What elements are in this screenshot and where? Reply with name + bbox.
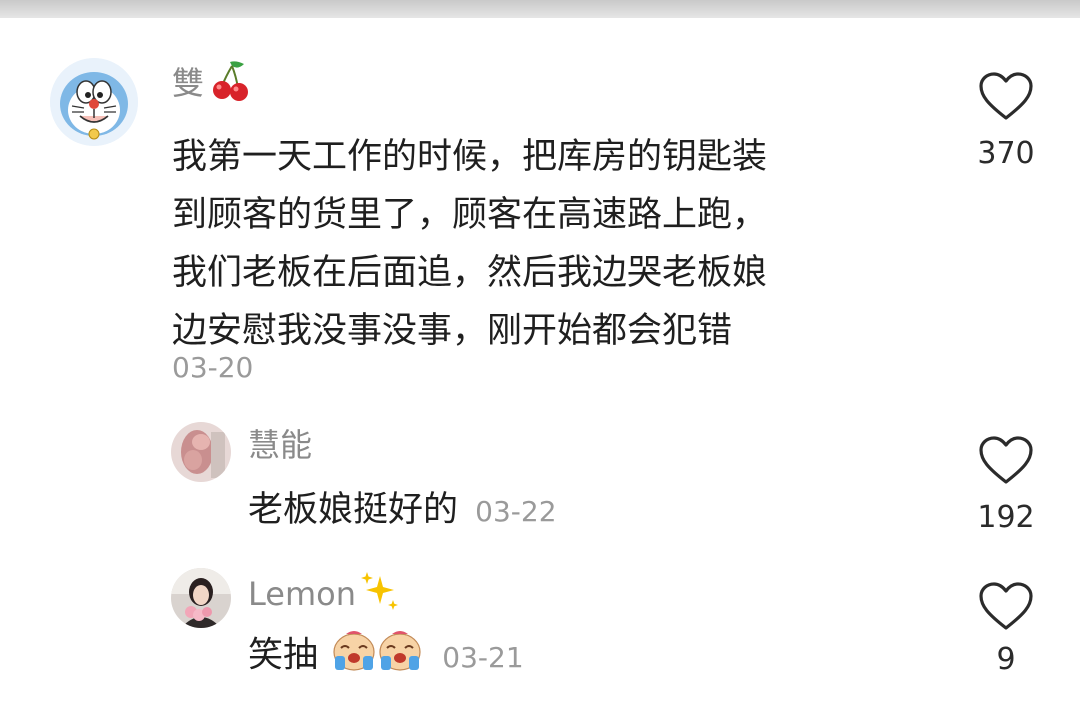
comment-text-line: 边安慰我没事没事，刚开始都会犯错 [172,311,733,351]
like-count: 192 [977,500,1035,535]
heart-icon[interactable] [978,436,1034,486]
comment-text: 我第一天工作的时候，把库房的钥匙装 到顾客的货里了，顾客在高速路上跑， 我们老板… [172,128,767,360]
username-text[interactable]: 雙 [172,64,204,102]
reply-username[interactable]: Lemon [248,570,400,622]
like-button[interactable]: 192 [946,436,1066,535]
heart-icon[interactable] [978,72,1034,122]
username-text[interactable]: Lemon [248,575,356,613]
reply-text: 笑抽 [248,635,319,676]
reply-date: 03-21 [442,640,524,674]
pink-flowers-avatar-icon[interactable] [171,422,231,482]
girl-with-flowers-avatar-icon[interactable] [171,568,231,628]
comment-date: 03-20 [172,351,254,384]
top-edge-bar [0,0,1080,18]
reply-username[interactable]: 慧能 [248,424,312,466]
like-button[interactable]: 370 [946,72,1066,171]
doraemon-avatar-icon[interactable] [50,58,138,146]
like-button[interactable]: 9 [946,582,1066,677]
comment-username[interactable]: 雙 [172,58,250,112]
crying-laughing-sticker-icon [377,626,423,687]
reply-text-row: 笑抽 03-21 [248,626,524,687]
reply-date: 03-22 [475,495,557,528]
like-count: 370 [977,136,1035,171]
sparkles-icon [358,570,400,622]
crying-laughing-sticker-icon [331,626,377,687]
reply-text-row: 老板娘挺好的 03-22 [248,486,557,536]
comment-text-line: 我第一天工作的时候，把库房的钥匙装 [172,137,768,177]
cherry-icon [210,58,250,112]
like-count: 9 [996,642,1016,677]
heart-icon[interactable] [978,582,1034,632]
comment-text-line: 到顾客的货里了，顾客在高速路上跑， [172,195,768,235]
comment-text-line: 我们老板在后面追，然后我边哭老板娘 [172,253,768,293]
reply-text: 老板娘挺好的 [248,490,459,530]
